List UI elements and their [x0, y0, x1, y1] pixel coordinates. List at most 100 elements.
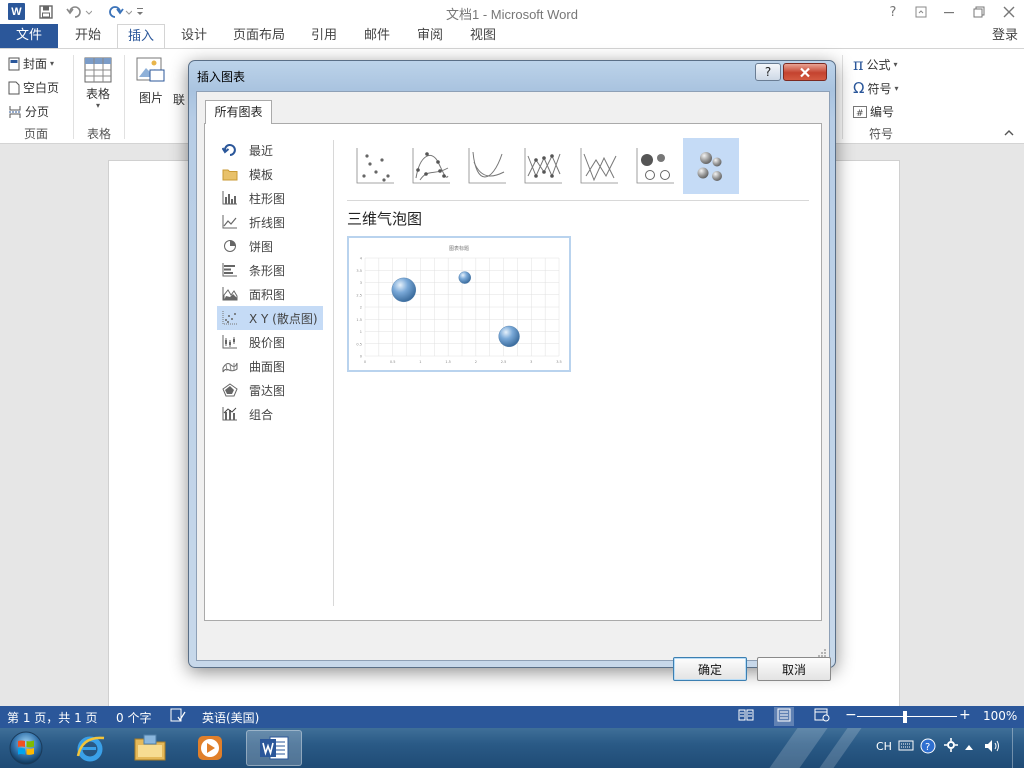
cancel-button[interactable]: 取消 [757, 657, 831, 681]
scatter-chart-icon [221, 310, 239, 326]
tab-design[interactable]: 设计 [170, 24, 218, 48]
dialog-body: 所有图表 最近 模板 柱形图 折线图 饼图 条形图 面积图 X Y (散点图) … [196, 91, 831, 681]
blank-page-label: 空白页 [23, 81, 60, 95]
tab-page-layout[interactable]: 页面布局 [226, 24, 292, 48]
web-layout-icon[interactable] [814, 708, 830, 725]
tab-all-charts[interactable]: 所有图表 [205, 100, 272, 124]
page-break-icon [9, 105, 21, 118]
pie-chart-icon [221, 238, 239, 254]
subtype-scatter-straight[interactable] [571, 138, 627, 194]
y-tick-label: 0.5 [356, 342, 362, 346]
x-tick-label: 1 [419, 360, 421, 364]
subtype-scatter[interactable] [347, 138, 403, 194]
subtype-scatter-smooth-markers[interactable] [403, 138, 459, 194]
dialog-close-button[interactable] [783, 63, 827, 81]
page-break-label: 分页 [25, 105, 50, 119]
word-taskbar-button[interactable] [246, 730, 302, 766]
y-tick-label: 0 [360, 355, 362, 359]
subtype-scatter-straight-markers[interactable] [515, 138, 571, 194]
show-desktop-button[interactable] [1012, 728, 1024, 768]
tab-mailings[interactable]: 邮件 [353, 24, 401, 48]
stock-chart-icon [221, 334, 239, 350]
subtype-bubble[interactable] [627, 138, 683, 194]
settings-tray-icon[interactable] [944, 738, 958, 755]
resize-grip-icon[interactable] [817, 648, 827, 658]
internet-explorer-icon[interactable] [62, 730, 118, 766]
page-count[interactable]: 第 1 页，共 1 页 [7, 709, 98, 726]
y-tick-label: 2.5 [356, 293, 362, 297]
zoom-slider-thumb[interactable] [903, 711, 907, 723]
group-separator [842, 55, 843, 139]
ribbon-tabs: 文件 开始 插入 设计 页面布局 引用 邮件 审阅 视图 登录 [0, 24, 1024, 49]
group-separator [124, 55, 125, 139]
category-surface[interactable]: 曲面图 [217, 354, 323, 378]
blank-page-button[interactable]: 空白页 [8, 79, 59, 96]
show-hidden-icons[interactable] [964, 741, 974, 754]
bubble [391, 277, 416, 303]
media-player-icon[interactable] [182, 730, 238, 766]
ime-indicator[interactable]: CH [876, 740, 892, 753]
table-button[interactable]: 表格 ▾ [84, 57, 112, 110]
subtype-bubble-3d[interactable] [683, 138, 739, 194]
file-explorer-icon[interactable] [122, 730, 178, 766]
zoom-slider[interactable] [857, 716, 957, 717]
scatter-icon [356, 148, 394, 184]
read-mode-icon[interactable] [738, 708, 754, 725]
collapse-ribbon-icon[interactable] [1004, 129, 1014, 137]
keyboard-icon[interactable] [898, 738, 914, 755]
tab-references[interactable]: 引用 [300, 24, 348, 48]
category-radar[interactable]: 雷达图 [217, 378, 323, 402]
tab-file[interactable]: 文件 [0, 24, 58, 48]
category-xy-scatter[interactable]: X Y (散点图) [217, 306, 323, 330]
chart-preview[interactable]: 图表标题 0 0.5 1 1.5 2 2.5 3 3.5 4 0 0.5 1 1.5 2 2.5 3 3.5 [347, 236, 571, 372]
category-templates[interactable]: 模板 [217, 162, 323, 186]
zoom-in-button[interactable]: + [959, 707, 971, 723]
category-combo[interactable]: 组合 [217, 402, 323, 426]
restore-icon[interactable] [968, 2, 990, 22]
symbol-label: 符号 [867, 81, 892, 96]
chevron-down-icon: ▾ [894, 83, 899, 93]
category-label: 曲面图 [249, 359, 286, 374]
category-label: 模板 [249, 167, 274, 182]
chart-category-list: 最近 模板 柱形图 折线图 饼图 条形图 面积图 X Y (散点图) 股价图 曲… [217, 138, 323, 426]
page-break-button[interactable]: 分页 [8, 103, 49, 120]
zoom-level[interactable]: 100% [983, 709, 1017, 723]
scatter-straight-markers-icon [524, 148, 562, 184]
ribbon-display-options-icon[interactable] [910, 2, 932, 22]
help-icon[interactable]: ? [882, 2, 904, 22]
subtype-scatter-smooth[interactable] [459, 138, 515, 194]
help-tray-icon[interactable]: ? [920, 738, 936, 757]
category-line[interactable]: 折线图 [217, 210, 323, 234]
preview-chart-title: 图表标题 [449, 245, 469, 252]
word-count[interactable]: 0 个字 [116, 709, 151, 726]
proofing-icon[interactable] [170, 708, 186, 725]
minimize-icon[interactable] [938, 2, 960, 22]
login-link[interactable]: 登录 [992, 24, 1018, 48]
folder-icon [221, 166, 239, 182]
category-area[interactable]: 面积图 [217, 282, 323, 306]
category-stock[interactable]: 股价图 [217, 330, 323, 354]
dialog-help-button[interactable]: ? [755, 63, 781, 81]
close-window-icon[interactable] [998, 2, 1020, 22]
tab-review[interactable]: 审阅 [406, 24, 454, 48]
category-bar[interactable]: 条形图 [217, 258, 323, 282]
language-indicator[interactable]: 英语(美国) [202, 709, 259, 726]
category-pie[interactable]: 饼图 [217, 234, 323, 258]
ok-button[interactable]: 确定 [673, 657, 747, 681]
cover-page-button[interactable]: 封面 ▾ [8, 55, 54, 72]
volume-icon[interactable] [984, 739, 1002, 756]
tab-insert[interactable]: 插入 [117, 24, 165, 49]
category-column[interactable]: 柱形图 [217, 186, 323, 210]
category-recent[interactable]: 最近 [217, 138, 323, 162]
tab-home[interactable]: 开始 [64, 24, 112, 48]
online-pictures-button[interactable]: 联 [173, 91, 185, 108]
tab-view[interactable]: 视图 [459, 24, 507, 48]
picture-button[interactable]: 图片 [136, 57, 166, 106]
start-button[interactable] [6, 730, 46, 766]
print-layout-icon[interactable] [774, 707, 794, 726]
number-button[interactable]: # 编号 [853, 103, 894, 120]
bubble-3d-icon [697, 152, 722, 181]
symbol-button[interactable]: Ω 符号 ▾ [853, 79, 899, 97]
equation-button[interactable]: π 公式 ▾ [853, 55, 898, 74]
zoom-out-button[interactable]: − [845, 707, 857, 723]
